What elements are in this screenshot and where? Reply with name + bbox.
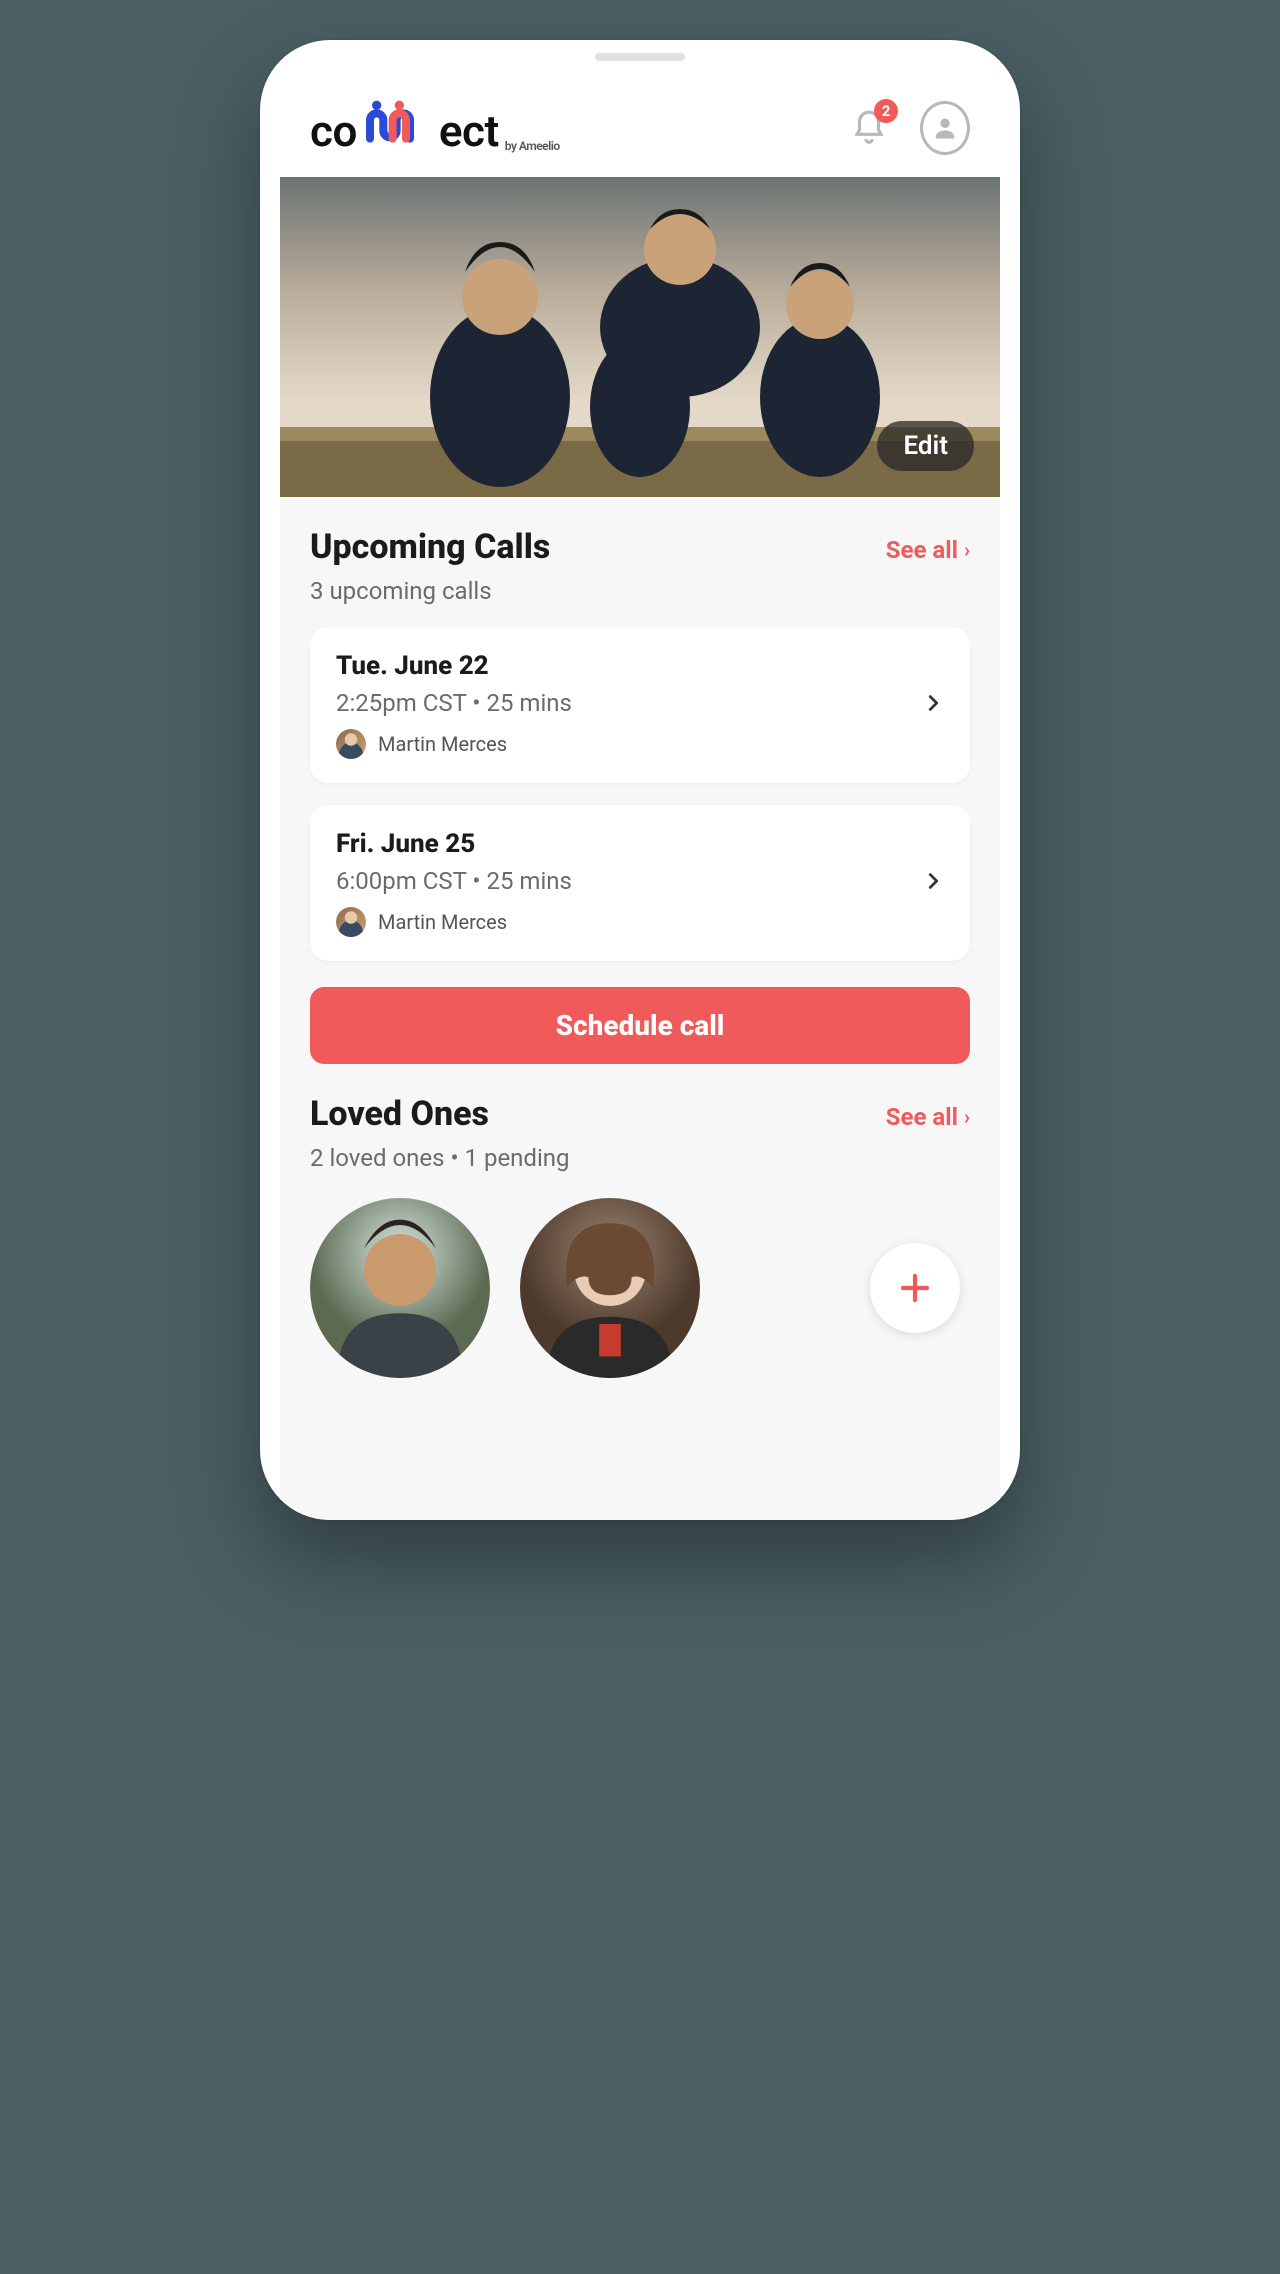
app-header: co ect by Ameelio 2 (280, 62, 1000, 177)
user-icon (931, 114, 959, 142)
upcoming-subtitle: 3 upcoming calls (310, 577, 970, 605)
call-date: Fri. June 25 (336, 829, 572, 859)
chevron-right-icon (922, 870, 944, 896)
chevron-right-icon: › (964, 538, 970, 562)
notification-badge: 2 (874, 99, 898, 123)
upcoming-title: Upcoming Calls (310, 527, 550, 567)
app-screen: co ect by Ameelio 2 (280, 62, 1000, 1520)
speaker-grille (595, 53, 685, 61)
see-all-label: See all (886, 536, 958, 564)
header-actions: 2 (844, 103, 970, 153)
loved-subtitle: 2 loved ones • 1 pending (310, 1144, 970, 1172)
schedule-call-label: Schedule call (556, 1009, 725, 1042)
notifications-button[interactable]: 2 (844, 103, 894, 153)
contact-name: Martin Merces (378, 910, 507, 934)
loved-one-avatar[interactable] (310, 1198, 490, 1378)
call-time: 6:00pm CST • 25 mins (336, 867, 572, 895)
call-time: 2:25pm CST • 25 mins (336, 689, 572, 717)
call-date: Tue. June 22 (336, 651, 572, 681)
loved-title: Loved Ones (310, 1094, 489, 1134)
contact-avatar-icon (336, 907, 366, 937)
phone-notch (490, 40, 790, 74)
upcoming-see-all-link[interactable]: See all › (886, 536, 970, 564)
loved-see-all-link[interactable]: See all › (886, 1103, 970, 1131)
edit-label: Edit (903, 431, 948, 461)
schedule-call-button[interactable]: Schedule call (310, 987, 970, 1064)
brand-subtitle: by Ameelio (505, 139, 560, 153)
call-card[interactable]: Tue. June 22 2:25pm CST • 25 mins Martin… (310, 627, 970, 783)
profile-avatar-outline (920, 101, 970, 155)
upcoming-calls-section: Upcoming Calls See all › 3 upcoming call… (280, 497, 1000, 961)
edit-photo-button[interactable]: Edit (877, 421, 974, 471)
brand-suffix: ect (439, 105, 499, 157)
loved-one-avatar[interactable] (520, 1198, 700, 1378)
profile-button[interactable] (920, 103, 970, 153)
call-card[interactable]: Fri. June 25 6:00pm CST • 25 mins Martin… (310, 805, 970, 961)
chevron-right-icon: › (964, 1105, 970, 1129)
brand-mark-icon (358, 98, 438, 157)
call-contact-row: Martin Merces (336, 729, 572, 759)
contact-avatar-icon (336, 729, 366, 759)
phone-frame: co ect by Ameelio 2 (260, 40, 1020, 1520)
upcoming-head: Upcoming Calls See all › (310, 527, 970, 567)
add-loved-one-button[interactable] (870, 1243, 960, 1333)
brand-logo[interactable]: co ect by Ameelio (310, 98, 560, 157)
loved-ones-row (310, 1198, 970, 1378)
hero-image: Edit (280, 177, 1000, 497)
loved-head: Loved Ones See all › (310, 1094, 970, 1134)
see-all-label: See all (886, 1103, 958, 1131)
brand-prefix: co (310, 105, 357, 157)
plus-icon (897, 1270, 933, 1306)
contact-name: Martin Merces (378, 732, 507, 756)
loved-ones-section: Loved Ones See all › 2 loved ones • 1 pe… (280, 1064, 1000, 1378)
chevron-right-icon (922, 692, 944, 718)
call-contact-row: Martin Merces (336, 907, 572, 937)
